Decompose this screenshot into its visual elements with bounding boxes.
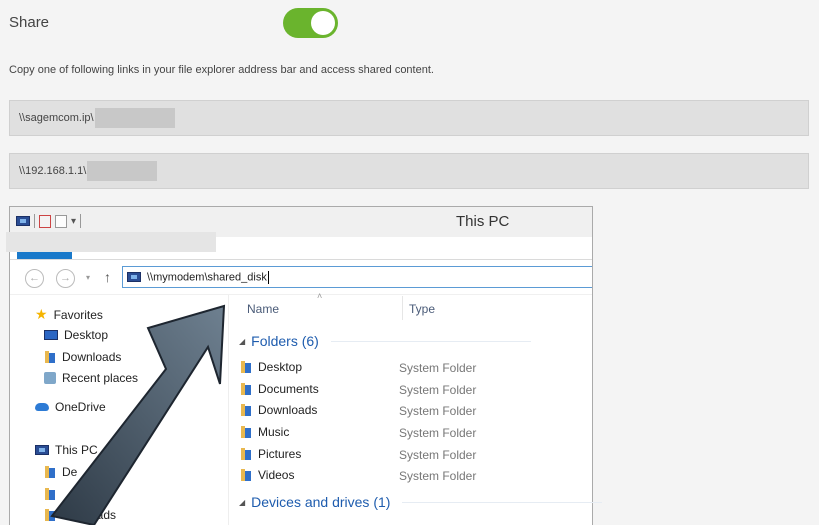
item-type: System Folder <box>399 404 477 418</box>
item-type: System Folder <box>399 361 477 375</box>
nav-item-desktop-sub[interactable]: De <box>44 465 77 479</box>
list-item[interactable]: Desktop <box>240 360 302 374</box>
item-name: Downloads <box>258 403 318 417</box>
link-text: \\sagemcom.ip\ <box>19 112 94 124</box>
item-name: Music <box>258 425 290 439</box>
item-name: Documents <box>258 382 319 396</box>
item-name: Pictures <box>258 447 302 461</box>
nav-label: ts <box>102 487 112 501</box>
column-header-name[interactable]: Name <box>247 302 279 316</box>
group-label: Folders (6) <box>251 333 319 349</box>
group-rule <box>402 501 603 503</box>
group-header-folders[interactable]: ◢ Folders (6) <box>239 333 531 349</box>
toolbar-separator <box>34 214 35 228</box>
list-item[interactable]: Downloads <box>240 403 317 417</box>
list-item[interactable]: Music <box>240 425 289 439</box>
list-item[interactable]: Documents <box>240 382 319 396</box>
nav-item-onedrive[interactable]: OneDrive <box>35 400 106 414</box>
desktop-icon <box>44 330 58 340</box>
item-name: Videos <box>258 468 295 482</box>
videos-folder-icon <box>240 469 252 481</box>
folder-icon <box>44 509 56 521</box>
address-row: ← → ▾ ↑ \\mymodem\shared_disk <box>10 260 592 295</box>
customize-dropdown-icon[interactable]: ▾ <box>71 216 76 227</box>
instructions-text: Copy one of following links in your file… <box>9 64 434 76</box>
this-pc-icon <box>35 445 49 455</box>
share-link-hostname[interactable]: \\sagemcom.ip\ <box>9 100 809 136</box>
nav-label: This PC <box>55 443 98 457</box>
desktop-folder-icon <box>240 361 252 373</box>
redacted-block <box>87 161 158 181</box>
item-type: System Folder <box>399 426 477 440</box>
share-label: Share <box>9 14 50 31</box>
pane-divider <box>228 295 229 525</box>
nav-item-this-pc[interactable]: This PC <box>35 443 98 457</box>
recent-locations-dropdown-icon[interactable]: ▾ <box>86 273 90 282</box>
nav-item-desktop[interactable]: Desktop <box>44 328 108 342</box>
folder-icon <box>44 466 56 478</box>
link-text: \\192.168.1.1\ <box>19 165 87 177</box>
share-toggle[interactable] <box>283 8 338 38</box>
column-header-type[interactable]: Type <box>409 302 435 316</box>
address-bar[interactable]: \\mymodem\shared_disk <box>122 266 592 288</box>
downloads-folder-icon <box>240 404 252 416</box>
this-pc-icon <box>16 216 30 226</box>
network-location-icon <box>127 272 141 282</box>
nav-label: Desktop <box>64 328 109 342</box>
toolbar-separator <box>80 214 82 228</box>
music-folder-icon <box>240 426 252 438</box>
group-label: Devices and drives (1) <box>251 494 391 510</box>
toggle-knob <box>311 11 335 35</box>
new-folder-icon[interactable] <box>55 214 67 228</box>
window-title: This PC <box>456 213 510 230</box>
nav-label: oads <box>90 508 117 522</box>
column-separator[interactable] <box>402 296 403 320</box>
downloads-folder-icon <box>44 351 56 363</box>
nav-label: De <box>62 465 78 479</box>
collapse-triangle-icon: ◢ <box>239 336 246 346</box>
sort-ascending-icon: ˄ <box>317 291 323 301</box>
star-icon: ★ <box>35 306 48 322</box>
back-arrow-icon[interactable]: ← <box>25 269 44 288</box>
list-item[interactable]: Pictures <box>240 447 301 461</box>
nav-label: Recent places <box>62 371 139 385</box>
item-type: System Folder <box>399 383 477 397</box>
list-item[interactable]: Videos <box>240 468 294 482</box>
nav-item-favorites[interactable]: ★ Favorites <box>35 306 103 323</box>
nav-label: Downloads <box>62 350 122 364</box>
quick-access-toolbar: ▾ <box>16 214 82 228</box>
documents-folder-icon <box>240 383 252 395</box>
up-arrow-icon[interactable]: ↑ <box>104 269 111 285</box>
group-header-devices[interactable]: ◢ Devices and drives (1) <box>239 494 603 510</box>
nav-item-downloads-sub[interactable]: oads <box>44 508 116 522</box>
properties-icon[interactable] <box>39 214 51 228</box>
collapse-triangle-icon: ◢ <box>239 497 246 507</box>
address-text: \\mymodem\shared_disk <box>147 270 267 283</box>
redacted-block <box>94 108 175 128</box>
forward-arrow-icon[interactable]: → <box>56 269 75 288</box>
group-rule <box>330 340 531 342</box>
folder-icon <box>44 488 56 500</box>
nav-label: OneDrive <box>55 400 106 414</box>
nav-item-documents-sub[interactable]: ts <box>44 487 111 501</box>
nav-item-downloads[interactable]: Downloads <box>44 350 121 364</box>
nav-item-recent-places[interactable]: Recent places <box>44 371 138 385</box>
item-type: System Folder <box>399 469 477 483</box>
onedrive-cloud-icon <box>35 403 49 411</box>
recent-places-icon <box>44 372 56 384</box>
nav-selection-highlight <box>6 232 216 252</box>
share-link-ip[interactable]: \\192.168.1.1\ <box>9 153 809 189</box>
item-name: Desktop <box>258 360 303 374</box>
pictures-folder-icon <box>240 448 252 460</box>
item-type: System Folder <box>399 448 477 462</box>
nav-label: Favorites <box>53 307 103 322</box>
